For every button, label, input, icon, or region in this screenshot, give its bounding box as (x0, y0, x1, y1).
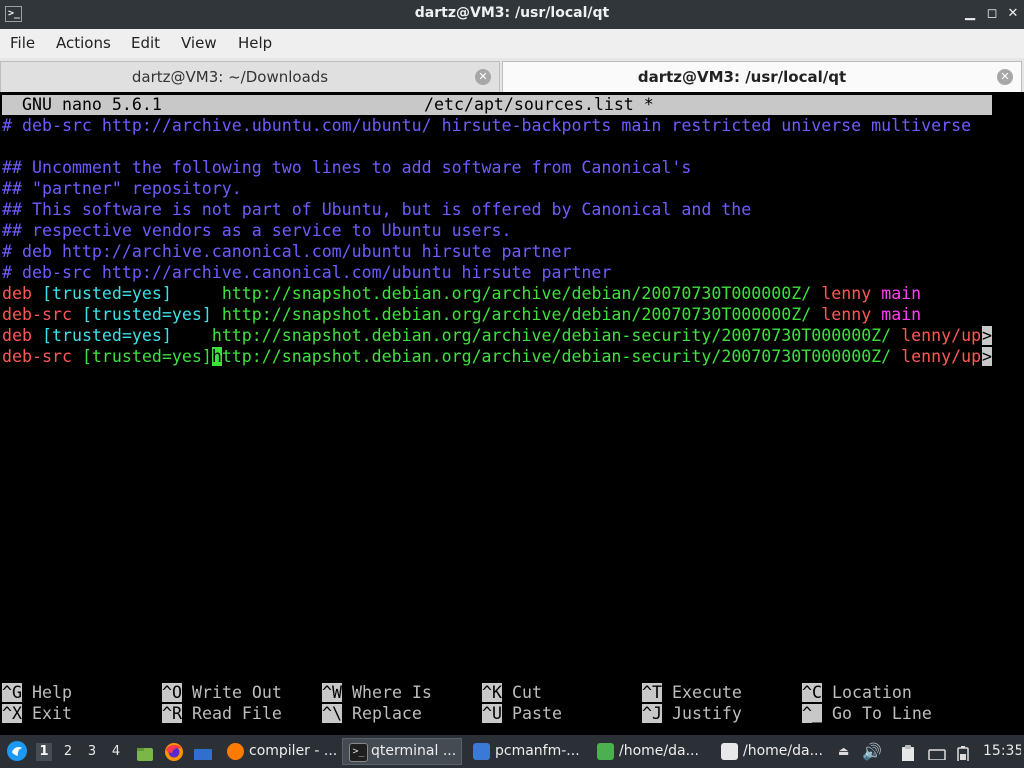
shortcut-write-out: ^O Write Out (162, 683, 282, 702)
nano-filename: /etc/apt/sources.list * (424, 95, 654, 114)
editor-line: # deb-src http://archive.canonical.com/u… (2, 263, 612, 282)
close-icon[interactable]: ✕ (1005, 6, 1021, 22)
entry-dist: lenny/up (901, 326, 982, 345)
start-menu-icon[interactable] (6, 740, 28, 762)
entry-type: deb-src (2, 305, 72, 324)
editor-line: # deb-src http://archive.ubuntu.com/ubun… (2, 116, 972, 135)
desktop-4[interactable]: 4 (108, 743, 124, 761)
terminal-icon: >_ (349, 743, 368, 762)
entry-dist: lenny (821, 305, 872, 324)
window-title: dartz@VM3: /usr/local/qt (414, 5, 610, 21)
shortcut-execute: ^T Execute (642, 683, 742, 702)
shortcut-justify: ^J Justify (642, 704, 742, 723)
editor-line: deb-src [trusted=yes] http://snapshot.de… (2, 304, 921, 325)
entry-options: [trusted=yes] (41, 326, 172, 345)
menu-actions[interactable]: Actions (56, 34, 111, 52)
nano-header: GNU nano 5.6.1 /etc/apt/sources.list * (2, 95, 992, 115)
editor-line: ## respective vendors as a service to Ub… (2, 221, 512, 240)
volume-icon[interactable]: 🔊 (862, 742, 882, 762)
taskbar-item-compiler[interactable]: compiler - ... (220, 738, 338, 765)
entry-url: http://snapshot.debian.org/archive/debia… (211, 326, 892, 345)
battery-icon[interactable] (956, 743, 970, 761)
shortcut-location: ^C Location (802, 683, 912, 702)
editor-line: ## Uncomment the following two lines to … (2, 158, 692, 177)
window-titlebar: >_ dartz@VM3: /usr/local/qt ▁ ◻ ✕ (0, 0, 1024, 29)
menu-file[interactable]: File (10, 34, 35, 52)
tab-downloads[interactable]: dartz@VM3: ~/Downloads ✕ (0, 61, 500, 92)
entry-type: deb (2, 326, 32, 345)
line-overflow-marker: > (982, 347, 992, 366)
maximize-icon[interactable]: ◻ (984, 6, 1000, 22)
shortcut-replace: ^\ Replace (322, 704, 422, 723)
menu-help[interactable]: Help (238, 34, 272, 52)
shortcut-help: ^G Help (2, 683, 72, 702)
shortcut-where-is: ^W Where Is (322, 683, 432, 702)
taskbar: 1 2 3 4 compiler - ... >_ qterminal ... … (0, 735, 1024, 768)
entry-component: main (881, 284, 922, 303)
task-label: pcmanfm-... (495, 743, 580, 759)
menu-view[interactable]: View (181, 34, 217, 52)
entry-options: [trusted=yes] (41, 284, 172, 303)
tab-label: dartz@VM3: ~/Downloads (131, 68, 329, 86)
editor-icon (597, 743, 614, 760)
editor-line: deb [trusted=yes] http://snapshot.debian… (2, 325, 981, 346)
tray-expand-icon[interactable]: ⏏ (838, 743, 852, 760)
menubar: File Actions Edit View Help (0, 29, 1024, 58)
shortcut-cut: ^K Cut (482, 683, 542, 702)
tab-usr-local-qt[interactable]: dartz@VM3: /usr/local/qt ✕ (502, 61, 1022, 92)
nano-version: GNU nano 5.6.1 (22, 95, 162, 114)
task-label: /home/da... (743, 743, 823, 759)
shortcut-go-to-line: ^_ Go To Line (802, 704, 932, 723)
shortcut-exit: ^X Exit (2, 704, 72, 723)
show-desktop-icon[interactable] (193, 744, 213, 760)
entry-dist: lenny (821, 284, 872, 303)
editor-line: ## This software is not part of Ubuntu, … (2, 200, 752, 219)
taskbar-item-qterminal[interactable]: >_ qterminal ... (342, 738, 462, 765)
clock[interactable]: 15:35 (983, 735, 1021, 768)
taskbar-item-home-text[interactable]: /home/da... (714, 738, 832, 765)
entry-type: deb-src (2, 347, 72, 366)
folder-icon (473, 743, 490, 760)
tab-label: dartz@VM3: /usr/local/qt (637, 68, 847, 86)
editor-line: ## "partner" repository. (2, 179, 242, 198)
editor-line: deb-src [trusted=yes]http://snapshot.deb… (2, 346, 981, 367)
tab-close-icon[interactable]: ✕ (475, 69, 491, 85)
terminal-area[interactable]: GNU nano 5.6.1 /etc/apt/sources.list * #… (0, 93, 1024, 733)
taskbar-item-pcmanfm[interactable]: pcmanfm-... (466, 738, 586, 765)
task-label: /home/da... (619, 743, 699, 759)
text-cursor: h (211, 347, 222, 366)
task-label: compiler - ... (249, 743, 338, 759)
minimize-icon[interactable]: ▁ (962, 6, 978, 22)
desktop-3[interactable]: 3 (84, 743, 100, 761)
entry-type: deb (2, 284, 32, 303)
entry-options: [trusted=yes] (81, 305, 212, 324)
entry-url: ttp://snapshot.debian.org/archive/debian… (221, 347, 892, 366)
task-label: qterminal ... (371, 743, 457, 759)
tab-bar: dartz@VM3: ~/Downloads ✕ dartz@VM3: /usr… (0, 58, 1024, 92)
menu-edit[interactable]: Edit (131, 34, 160, 52)
desktop-2[interactable]: 2 (60, 743, 76, 761)
file-manager-launcher-icon[interactable] (136, 743, 154, 761)
clipboard-icon[interactable] (900, 743, 916, 761)
editor-line: # deb http://archive.canonical.com/ubunt… (2, 242, 572, 261)
entry-options: [trusted=yes] (81, 347, 212, 366)
firefox-icon (227, 743, 244, 760)
firefox-launcher-icon[interactable] (164, 742, 184, 762)
editor-line: deb [trusted=yes] http://snapshot.debian… (2, 283, 921, 304)
shortcut-paste: ^U Paste (482, 704, 562, 723)
entry-component: main (881, 305, 922, 324)
entry-dist: lenny/up (901, 347, 982, 366)
tab-close-icon[interactable]: ✕ (997, 69, 1013, 85)
entry-url: http://snapshot.debian.org/archive/debia… (221, 305, 812, 324)
line-overflow-marker: > (982, 326, 992, 345)
entry-url: http://snapshot.debian.org/archive/debia… (221, 284, 812, 303)
network-icon[interactable] (928, 744, 946, 760)
desktop-1[interactable]: 1 (36, 743, 52, 761)
taskbar-item-home-editor[interactable]: /home/da... (590, 738, 710, 765)
text-editor-icon (721, 743, 738, 760)
shortcut-read-file: ^R Read File (162, 704, 282, 723)
